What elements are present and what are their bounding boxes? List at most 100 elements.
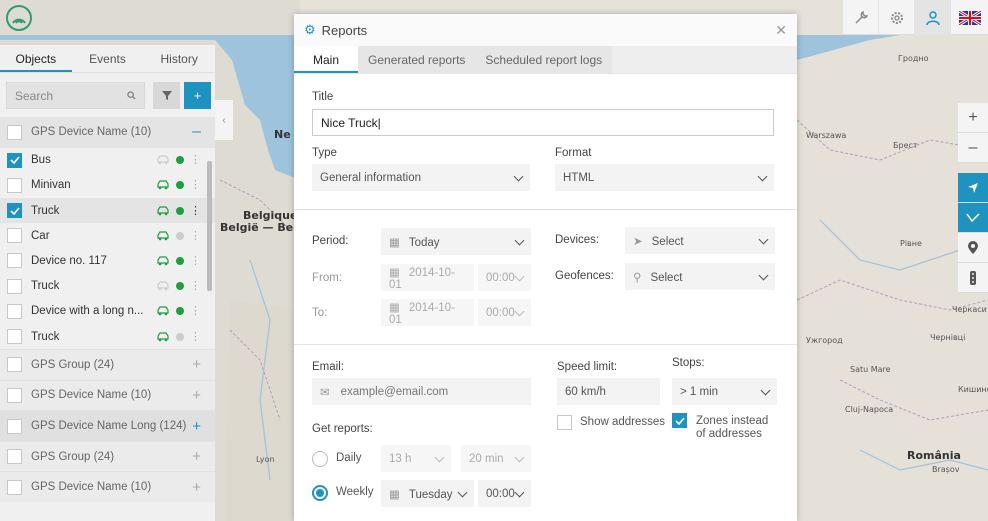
traffic-button[interactable]	[958, 263, 988, 293]
speed-limit-input[interactable]: 60 km/h	[557, 378, 660, 405]
group-row[interactable]: GPS Device Name (10) +	[0, 471, 215, 503]
filter-button[interactable]	[153, 82, 180, 109]
list-scrollbar[interactable]	[207, 161, 212, 291]
top-toolbar	[842, 0, 988, 35]
chevron-down-icon	[434, 452, 445, 462]
group-checkbox[interactable]	[7, 387, 22, 403]
daily-minute-select[interactable]: 20 min	[461, 445, 531, 472]
expand-icon[interactable]: +	[192, 387, 201, 404]
zones-instead-line-1: Zones instead	[696, 415, 769, 427]
calendar-icon: ▦	[389, 266, 400, 279]
daily-radio[interactable]	[312, 451, 328, 467]
collapse-icon[interactable]: –	[192, 123, 201, 141]
device-checkbox[interactable]	[7, 152, 22, 168]
group-checkbox[interactable]	[7, 418, 22, 434]
zones-instead-checkbox[interactable]	[672, 413, 687, 428]
car-icon	[157, 306, 169, 316]
list-item[interactable]: Car ⋮	[0, 223, 215, 248]
device-checkbox[interactable]	[7, 303, 22, 319]
list-item[interactable]: Truck ⋮	[0, 197, 215, 224]
flag-icon[interactable]	[950, 0, 988, 35]
from-label: From:	[312, 272, 343, 284]
device-name: Device with a long n...	[31, 305, 144, 318]
group-checkbox[interactable]	[7, 479, 22, 495]
close-icon[interactable]: ✕	[775, 22, 787, 39]
weekly-radio[interactable]	[312, 485, 328, 501]
marker-button[interactable]	[958, 233, 988, 263]
list-item[interactable]: Truck ⋮	[0, 324, 215, 349]
from-date-input[interactable]: ▦ 2014-10-01	[381, 264, 474, 291]
group-row[interactable]: GPS Device Name Long (124) +	[0, 410, 215, 441]
group-checkbox[interactable]	[7, 357, 22, 373]
tab-scheduled-report-logs[interactable]: Scheduled report logs	[475, 46, 613, 73]
route-button[interactable]	[958, 203, 988, 233]
calendar-icon: ▦	[389, 301, 400, 314]
device-name: Truck	[31, 330, 60, 343]
weekly-time-select[interactable]: 00:00	[478, 480, 531, 507]
tab-main[interactable]: Main	[294, 46, 359, 73]
navigation-button[interactable]	[958, 173, 988, 203]
group-row[interactable]: GPS Device Name (10) +	[0, 379, 215, 411]
divider	[294, 209, 797, 210]
search-input[interactable]: Search	[6, 82, 145, 109]
geofences-select[interactable]: ⚲ Select	[625, 263, 775, 290]
email-input[interactable]: ✉ example@email.com	[312, 378, 531, 405]
status-dot	[176, 256, 184, 265]
zoom-in-button[interactable]: +	[958, 103, 988, 133]
tab-generated-reports[interactable]: Generated reports	[358, 46, 476, 73]
list-item[interactable]: Bus ⋮	[0, 148, 215, 173]
gear-icon: ⚙	[304, 22, 316, 37]
expand-icon[interactable]: +	[192, 448, 201, 465]
map-label: Гродно	[898, 54, 929, 63]
format-select[interactable]: HTML	[555, 164, 774, 191]
expand-icon[interactable]: +	[192, 418, 201, 435]
collapse-sidebar-button[interactable]: ‹	[215, 100, 233, 140]
pin-icon: ⚲	[633, 271, 642, 284]
more-icon: ⋮	[190, 179, 201, 192]
weekly-time-value: 00:00	[486, 487, 515, 500]
weekly-day-select[interactable]: ▦ Tuesday	[381, 480, 474, 507]
status-dot	[176, 231, 184, 240]
device-checkbox[interactable]	[7, 228, 22, 244]
gear-icon[interactable]	[878, 0, 914, 35]
group-header[interactable]: GPS Device Name (10) –	[0, 117, 215, 148]
zoom-out-button[interactable]: –	[958, 133, 988, 163]
show-addresses-checkbox[interactable]	[557, 415, 572, 430]
from-time-select[interactable]: 00:00	[478, 264, 531, 291]
group-row[interactable]: GPS Group (24) +	[0, 440, 215, 472]
car-icon	[157, 281, 169, 291]
type-select[interactable]: General information	[312, 164, 530, 191]
devices-select[interactable]: ➤ Select	[625, 227, 775, 254]
device-checkbox[interactable]	[7, 253, 22, 269]
add-button[interactable]: +	[184, 82, 211, 109]
period-select[interactable]: ▦ Today	[381, 228, 531, 255]
tab-objects[interactable]: Objects	[0, 45, 72, 72]
daily-hour-select[interactable]: 13 h	[381, 445, 451, 472]
stops-select[interactable]: > 1 min	[672, 378, 777, 405]
wrench-icon[interactable]	[842, 0, 878, 35]
list-item[interactable]: Truck ⋮	[0, 274, 215, 299]
list-item[interactable]: Device with a long n... ⋮	[0, 299, 215, 324]
tab-events[interactable]: Events	[72, 45, 144, 72]
status-dot	[176, 181, 184, 190]
group-checkbox[interactable]	[7, 449, 22, 465]
expand-icon[interactable]: +	[192, 479, 201, 496]
device-checkbox[interactable]	[7, 203, 22, 219]
chevron-down-icon	[760, 385, 771, 395]
list-item[interactable]: Device no. 117 ⋮	[0, 248, 215, 273]
tab-history[interactable]: History	[143, 45, 215, 72]
pin-icon	[968, 241, 978, 254]
device-checkbox[interactable]	[7, 278, 22, 294]
group-checkbox[interactable]	[7, 124, 22, 140]
device-name: Car	[31, 229, 50, 242]
to-time-select[interactable]: 00:00	[478, 299, 531, 326]
expand-icon[interactable]: +	[192, 356, 201, 373]
title-input[interactable]: Nice Truck|	[312, 109, 774, 136]
logo-icon[interactable]	[6, 5, 32, 31]
group-row[interactable]: GPS Group (24) +	[0, 349, 215, 380]
device-checkbox[interactable]	[7, 177, 22, 193]
list-item[interactable]: Minivan ⋮	[0, 173, 215, 198]
user-icon[interactable]	[914, 0, 950, 35]
to-date-input[interactable]: ▦ 2014-10-01	[381, 299, 474, 326]
device-checkbox[interactable]	[7, 329, 22, 344]
